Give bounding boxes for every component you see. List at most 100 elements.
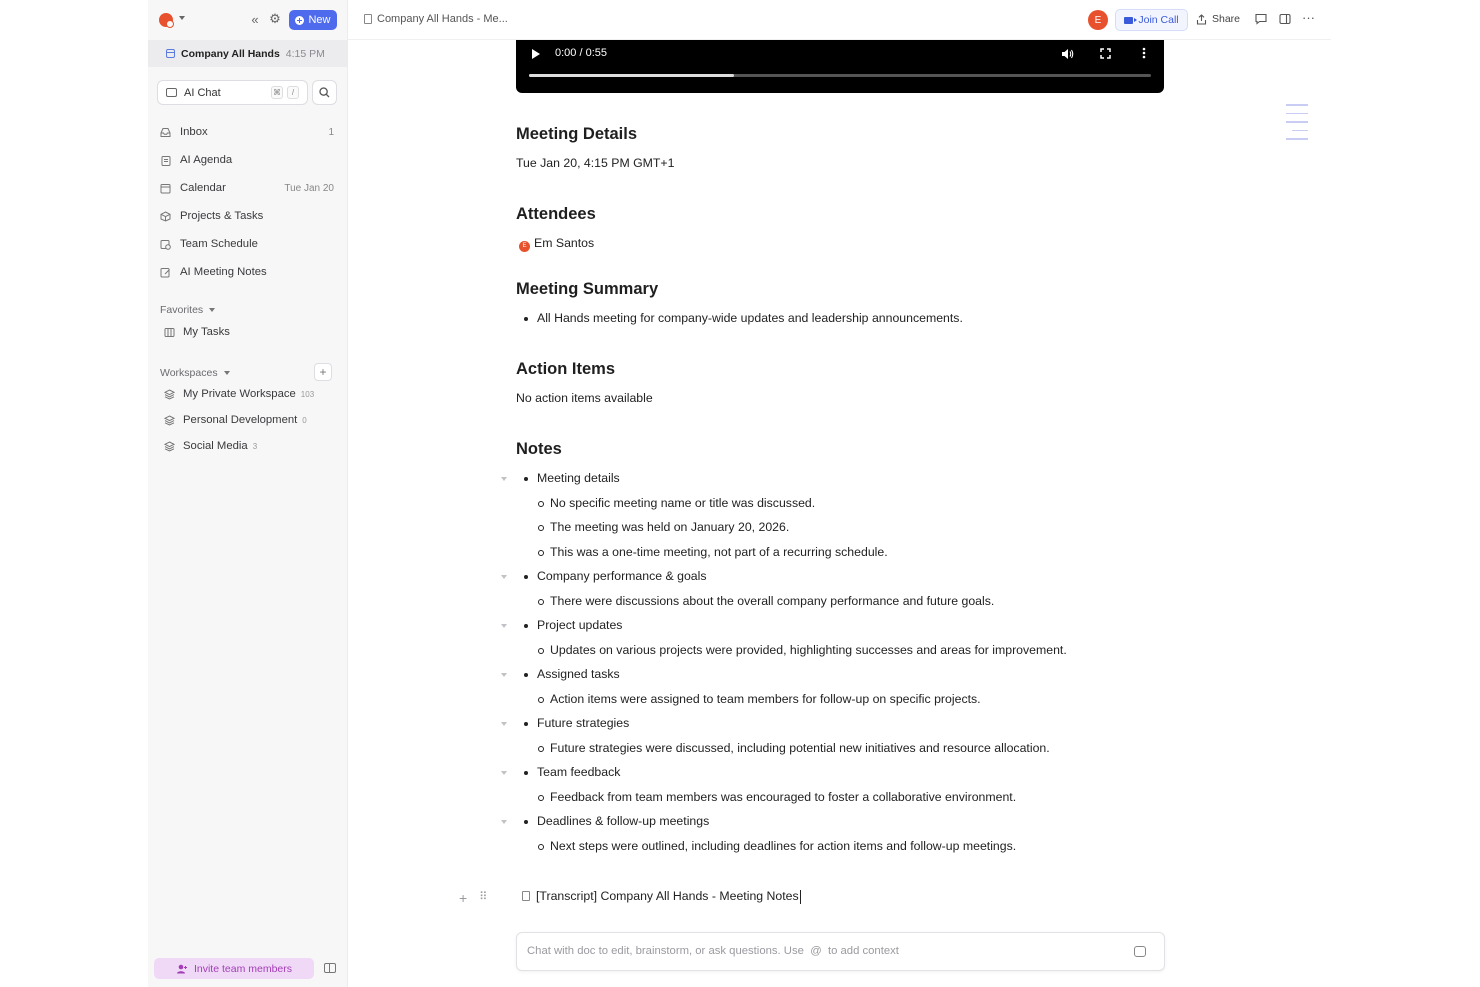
top-bar: Company All Hands - Me... E Join Call Sh… xyxy=(348,0,1331,40)
collapse-toggle-icon[interactable] xyxy=(501,575,507,579)
comment-icon[interactable] xyxy=(1255,13,1267,25)
search-button[interactable] xyxy=(312,80,337,105)
new-button[interactable]: New xyxy=(289,10,337,30)
list-item: Future strategies were discussed, includ… xyxy=(538,741,1050,755)
playback-time: 0:00 / 0:55 xyxy=(555,47,607,59)
text-cursor xyxy=(799,889,801,904)
list-item: The meeting was held on January 20, 2026… xyxy=(537,520,790,534)
list-item: Assigned tasks xyxy=(524,667,620,681)
list-item: All Hands meeting for company-wide updat… xyxy=(524,311,963,325)
calendar-icon xyxy=(166,49,175,58)
heading-notes: Notes xyxy=(516,440,562,458)
action-items-text: No action items available xyxy=(516,391,653,405)
favorite-item-my-tasks[interactable]: My Tasks xyxy=(164,322,230,342)
block-tools: + ⠿ xyxy=(459,890,487,906)
layers-icon xyxy=(164,440,175,452)
current-meeting-item[interactable]: Company All Hands 4:15 PM xyxy=(148,40,348,67)
collapse-toggle-icon[interactable] xyxy=(501,722,507,726)
layers-icon xyxy=(164,414,175,426)
add-workspace-button[interactable]: + xyxy=(314,363,332,381)
shortcut-key-slash: / xyxy=(287,86,299,99)
search-icon xyxy=(319,87,330,98)
audio-player[interactable]: 0:00 / 0:55 xyxy=(516,40,1164,93)
list-item: No specific meeting name or title was di… xyxy=(537,496,816,510)
chevron-down-icon[interactable] xyxy=(179,16,185,20)
workspace-logo-icon[interactable] xyxy=(159,13,174,28)
caret-down-icon xyxy=(209,308,216,312)
document-icon xyxy=(364,14,372,24)
chat-attach-icon[interactable] xyxy=(1134,946,1146,957)
panel-icon[interactable] xyxy=(1279,13,1291,25)
add-user-icon xyxy=(176,964,187,973)
list-item: Next steps were outlined, including dead… xyxy=(537,839,1017,853)
cube-icon xyxy=(160,210,171,222)
attendee[interactable]: E Em Santos xyxy=(519,236,594,252)
collapse-toggle-icon[interactable] xyxy=(501,624,507,628)
invite-team-members-button[interactable]: Invite team members xyxy=(154,958,314,979)
notes-icon xyxy=(160,267,171,278)
document-icon xyxy=(522,891,530,902)
progress-fill xyxy=(529,74,735,77)
more-options-icon[interactable]: ··· xyxy=(1302,10,1315,25)
list-item: Team feedback xyxy=(523,765,621,779)
volume-icon[interactable] xyxy=(1061,48,1074,60)
heading-meeting-summary: Meeting Summary xyxy=(516,280,659,298)
play-icon[interactable] xyxy=(532,49,540,59)
heading-meeting-details: Meeting Details xyxy=(516,125,638,143)
sidebar-item-calendar[interactable]: Calendar Tue Jan 20 xyxy=(160,177,340,199)
collapse-toggle-icon[interactable] xyxy=(501,820,507,824)
list-item: Future strategies xyxy=(523,716,630,730)
ai-chat-button[interactable]: AI Chat ⌘ / xyxy=(157,80,308,105)
sidebar-item-ai-meeting-notes[interactable]: AI Meeting Notes xyxy=(160,261,340,283)
progress-track[interactable] xyxy=(529,74,1151,77)
list-item: Project updates xyxy=(523,618,623,632)
list-item: Updates on various projects were provide… xyxy=(538,643,1067,657)
list-item: This was a one-time meeting, not part of… xyxy=(538,545,888,559)
add-block-icon[interactable]: + xyxy=(459,890,467,906)
current-meeting-time: 4:15 PM xyxy=(285,47,325,60)
clipboard-icon xyxy=(160,155,171,166)
sidebar: « ⚙ New Company All Hands 4:15 PM AI Cha… xyxy=(148,0,348,987)
list-item: Action items were assigned to team membe… xyxy=(538,692,981,706)
caret-down-icon xyxy=(223,371,230,375)
collapse-toggle-icon[interactable] xyxy=(501,771,507,775)
right-margin xyxy=(1331,0,1480,987)
board-icon xyxy=(164,327,175,338)
video-camera-icon xyxy=(1124,16,1134,24)
collapse-sidebar-icon[interactable]: « xyxy=(248,12,262,27)
attendee-name: Em Santos xyxy=(534,236,595,250)
fullscreen-icon[interactable] xyxy=(1100,48,1111,59)
calendar-date: Tue Jan 20 xyxy=(284,182,334,194)
share-button[interactable]: Share xyxy=(1196,13,1240,25)
share-icon xyxy=(1196,13,1207,25)
book-icon[interactable] xyxy=(324,963,336,973)
drag-handle-icon[interactable]: ⠿ xyxy=(479,890,487,906)
sidebar-item-team-schedule[interactable]: Team Schedule xyxy=(160,233,340,255)
calendar-icon xyxy=(160,183,171,194)
favorites-section-header[interactable]: Favorites xyxy=(160,304,216,316)
gear-icon[interactable]: ⚙ xyxy=(268,11,282,26)
sidebar-item-projects-tasks[interactable]: Projects & Tasks xyxy=(160,205,340,227)
breadcrumb[interactable]: Company All Hands - Me... xyxy=(364,13,508,25)
document-area: 0:00 / 0:55 Meeting Details Tue Jan 20, … xyxy=(348,40,1331,987)
kebab-menu-icon[interactable] xyxy=(1142,47,1146,59)
workspace-item[interactable]: Social Media 3 xyxy=(164,436,257,456)
sidebar-header: « ⚙ New xyxy=(148,0,348,40)
collapse-toggle-icon[interactable] xyxy=(501,673,507,677)
schedule-icon xyxy=(160,239,171,250)
list-item: Feedback from team members was encourage… xyxy=(537,790,1017,804)
workspace-item[interactable]: My Private Workspace 103 xyxy=(164,384,314,404)
list-item: Deadlines & follow-up meetings xyxy=(523,814,710,828)
chat-placeholder: Chat with doc to edit, brainstorm, or as… xyxy=(527,945,899,957)
avatar[interactable]: E xyxy=(1088,10,1108,30)
doc-chat-input[interactable]: Chat with doc to edit, brainstorm, or as… xyxy=(516,932,1165,971)
table-of-contents-icon[interactable] xyxy=(1286,104,1308,147)
sidebar-item-ai-agenda[interactable]: AI Agenda xyxy=(160,149,340,171)
collapse-toggle-icon[interactable] xyxy=(501,477,507,481)
transcript-link[interactable]: [Transcript] Company All Hands - Meeting… xyxy=(522,889,801,904)
sidebar-item-inbox[interactable]: Inbox 1 xyxy=(160,121,340,143)
join-call-button[interactable]: Join Call xyxy=(1115,9,1188,31)
workspaces-section-header[interactable]: Workspaces xyxy=(160,367,230,379)
workspace-item[interactable]: Personal Development 0 xyxy=(164,410,307,430)
inbox-count: 1 xyxy=(328,126,334,138)
